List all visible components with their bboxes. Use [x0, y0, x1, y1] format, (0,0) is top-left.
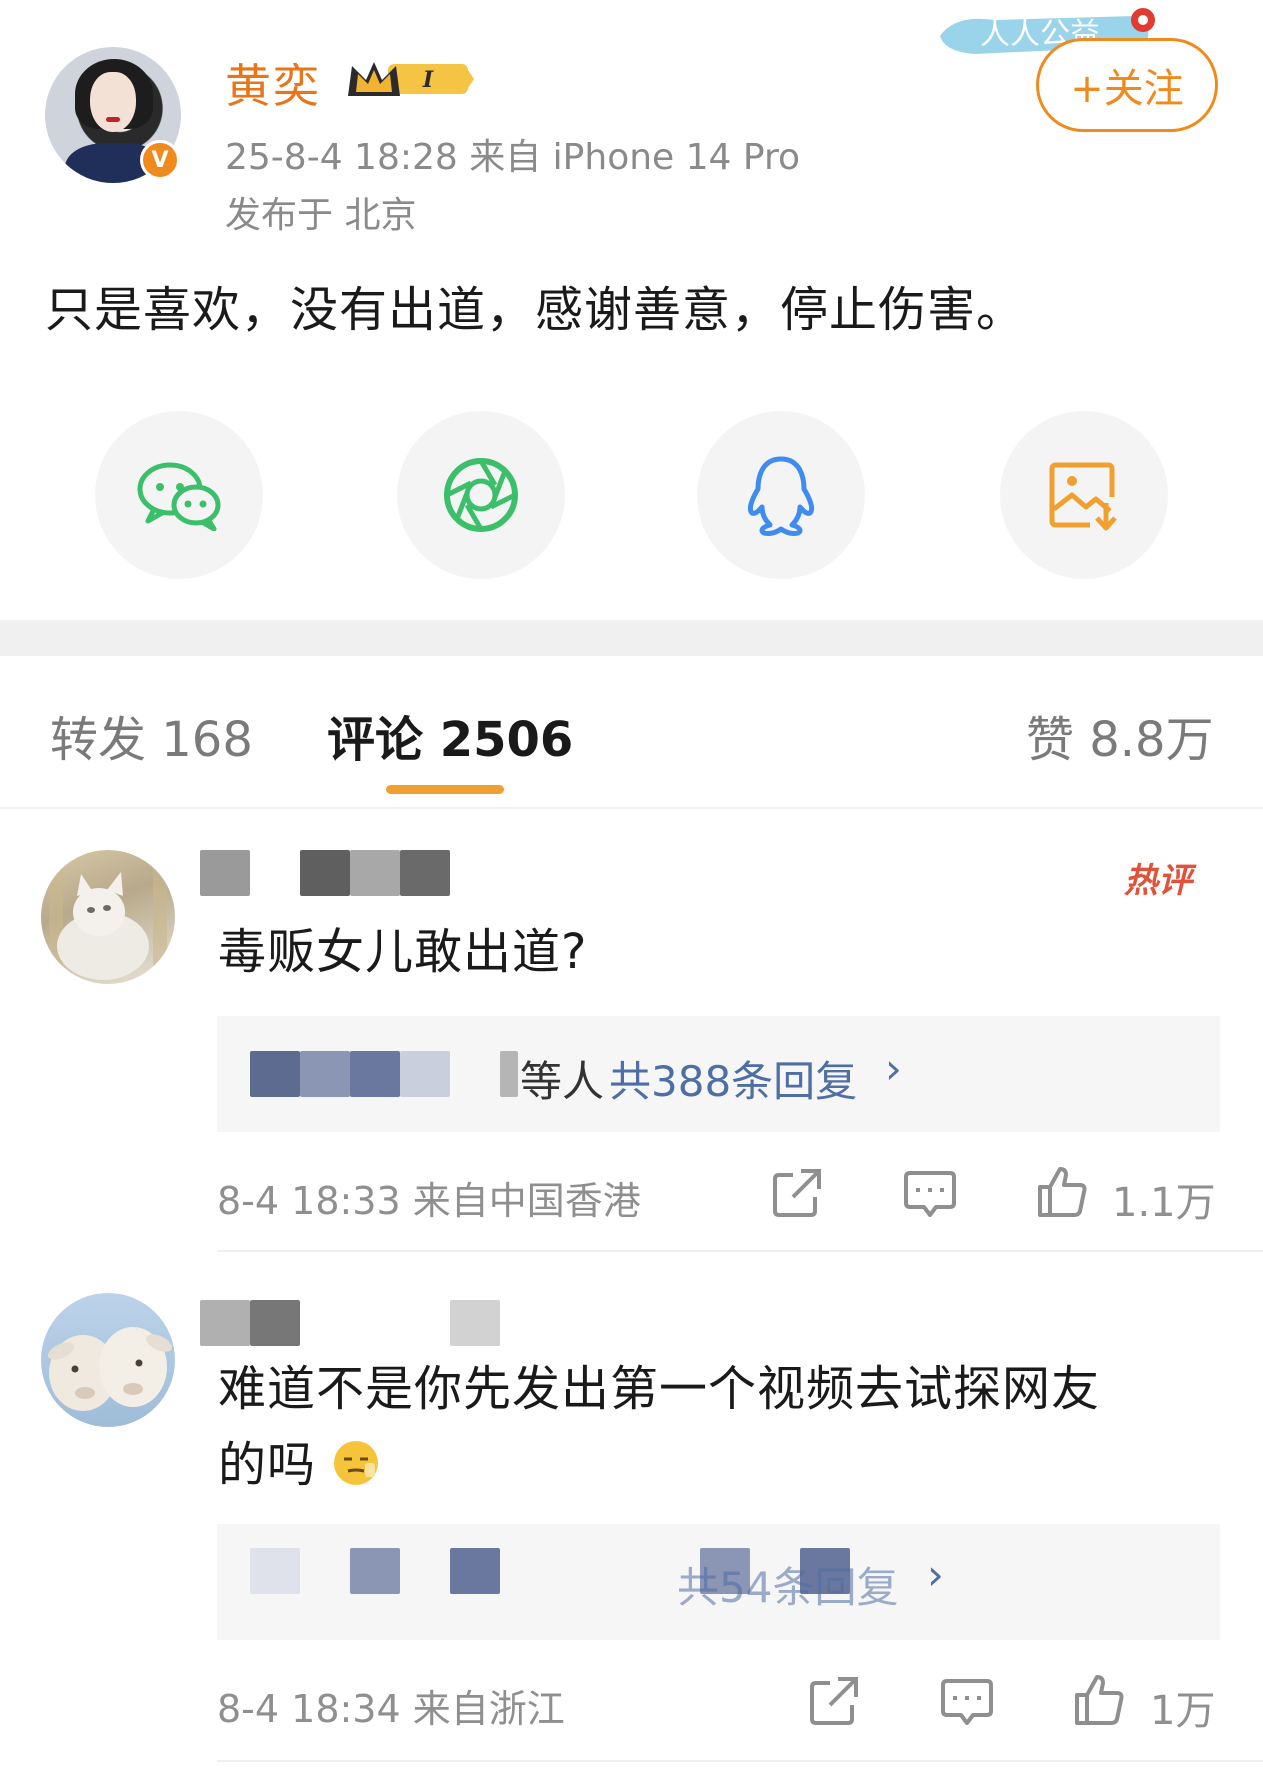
blurred-replier — [350, 1548, 400, 1594]
reply-comment-icon[interactable] — [904, 1167, 956, 1219]
like-count: 1万 — [1150, 1688, 1216, 1734]
blurred-username — [450, 1300, 500, 1346]
tabs-divider — [0, 807, 1263, 809]
smug-emoji-icon — [334, 1441, 379, 1485]
chevron-right-icon: › — [927, 1550, 944, 1599]
moments-icon — [444, 458, 518, 532]
reply-summary-box[interactable]: 等人 共388条回复 › — [217, 1016, 1220, 1132]
save-image-icon — [1049, 462, 1117, 531]
section-divider — [0, 620, 1263, 656]
like-count: 1.1万 — [1112, 1180, 1216, 1226]
comment-text-tail: 的吗 — [218, 1437, 317, 1493]
share-qq-button[interactable] — [697, 411, 865, 579]
blurred-replier — [400, 1051, 450, 1097]
commenter-avatar[interactable] — [41, 850, 175, 984]
blurred-replier — [500, 1051, 518, 1097]
view-replies-link[interactable]: 共54条回复 — [677, 1554, 898, 1615]
follow-button[interactable]: +关注 — [1036, 38, 1218, 132]
cat-avatar-image — [49, 850, 167, 984]
crown-level-badge-icon: I — [348, 62, 474, 96]
comment-text: 毒贩女儿敢出道? — [218, 924, 588, 980]
goat-avatar-image — [47, 1327, 173, 1411]
like-icon[interactable] — [1036, 1165, 1088, 1217]
blurred-replier — [250, 1548, 300, 1594]
share-icon[interactable] — [808, 1675, 860, 1727]
blurred-username — [300, 850, 350, 896]
blurred-username — [200, 1300, 250, 1346]
hot-comment-badge: 热评 — [1124, 861, 1192, 901]
share-wechat-button[interactable] — [95, 411, 263, 579]
blurred-username — [350, 850, 400, 896]
blurred-replier — [250, 1051, 300, 1097]
wechat-icon — [137, 462, 221, 531]
share-moments-button[interactable] — [397, 411, 565, 579]
reply-people-suffix: 等人 — [520, 1057, 605, 1106]
comment-meta: 8-4 18:34 来自浙江 — [217, 1687, 565, 1731]
blurred-username — [250, 1300, 300, 1346]
post-body: 只是喜欢，没有出道，感谢善意，停止伤害。 — [45, 282, 1026, 338]
blurred-replier — [450, 1548, 500, 1594]
blurred-replier — [300, 1051, 350, 1097]
tab-likes[interactable]: 赞 8.8万 — [1026, 700, 1214, 770]
like-icon[interactable] — [1073, 1673, 1125, 1725]
reply-summary-box[interactable]: 共54条回复 › — [217, 1524, 1220, 1640]
comment-text-line-1: 难道不是你先发出第一个视频去试探网友 — [218, 1361, 1101, 1417]
post-location: 发布于 北京 — [225, 195, 417, 236]
comment-separator — [217, 1760, 1263, 1762]
active-tab-indicator — [386, 785, 504, 794]
author-name[interactable]: 黄奕 — [225, 50, 321, 116]
reply-comment-icon[interactable] — [941, 1675, 993, 1727]
tab-comments[interactable]: 评论 2506 — [327, 700, 573, 770]
comment-separator — [217, 1250, 1263, 1252]
view-replies-link[interactable]: 共388条回复 — [609, 1048, 857, 1109]
post-timestamp: 25-8-4 18:28 来自 iPhone 14 Pro — [225, 137, 800, 178]
blurred-username — [400, 850, 450, 896]
comment-meta: 8-4 18:33 来自中国香港 — [217, 1179, 641, 1223]
verified-badge-icon: V — [140, 140, 180, 180]
tab-reposts[interactable]: 转发 168 — [50, 700, 253, 770]
commenter-avatar[interactable] — [41, 1293, 175, 1427]
save-image-button[interactable] — [1000, 411, 1168, 579]
comment-text-line-2: 的吗 — [218, 1428, 380, 1502]
blurred-replier — [350, 1051, 400, 1097]
share-icon[interactable] — [771, 1167, 823, 1219]
chevron-right-icon: › — [885, 1044, 902, 1093]
blurred-username — [200, 850, 250, 896]
level-text: I — [422, 67, 434, 93]
qq-icon — [747, 456, 815, 536]
